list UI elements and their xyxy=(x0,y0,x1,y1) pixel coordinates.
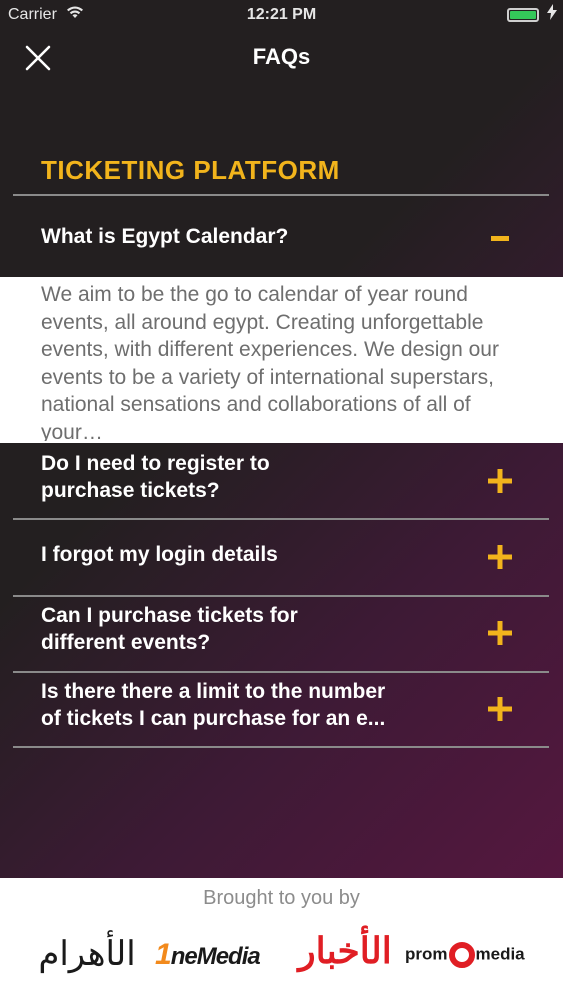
faq-divider xyxy=(13,746,549,748)
akhbar-logo: الأخبار xyxy=(290,930,400,974)
plus-icon xyxy=(488,697,512,721)
faq-question-2[interactable]: Do I need to register to purchase ticket… xyxy=(41,450,461,504)
akhbar-logo-text: الأخبار xyxy=(298,930,393,972)
promo-logo-right: media xyxy=(475,944,525,964)
promo-ring-icon xyxy=(448,942,475,968)
faq-question-2-line2: purchase tickets? xyxy=(41,479,220,502)
minus-icon xyxy=(491,236,509,241)
faq-answer-text: We aim to be the go to calendar of year … xyxy=(41,283,499,441)
section-divider xyxy=(13,194,549,196)
faq-toggle-3[interactable] xyxy=(480,537,520,577)
faq-answer-panel: We aim to be the go to calendar of year … xyxy=(0,277,563,443)
promomedia-logo: prom media xyxy=(405,942,555,986)
onemedia-logo: 1neMedia xyxy=(155,938,285,982)
faq-question-4-line1: Can I purchase tickets for xyxy=(41,604,298,627)
faq-divider xyxy=(13,671,549,673)
ahram-logo: الأهرام xyxy=(22,934,152,978)
nav-bar: FAQs xyxy=(0,32,563,82)
plus-icon xyxy=(488,545,512,569)
battery-icon xyxy=(507,8,539,22)
status-time: 12:21 PM xyxy=(246,6,317,23)
sponsor-footer: Brought to you by الأهرام 1neMedia الأخب… xyxy=(0,878,563,1000)
faq-toggle-4[interactable] xyxy=(480,613,520,653)
faq-divider xyxy=(13,595,549,597)
faq-question-4[interactable]: Can I purchase tickets for different eve… xyxy=(41,602,461,656)
ahram-logo-text: الأهرام xyxy=(38,934,137,974)
plus-icon xyxy=(488,621,512,645)
onemedia-logo-text: neMedia xyxy=(170,943,261,970)
charging-icon xyxy=(547,4,557,25)
faq-question-5-line2: of tickets I can purchase for an e... xyxy=(41,707,386,730)
faq-question-5-line1: Is there there a limit to the number xyxy=(41,680,386,703)
onemedia-logo-mark: 1 xyxy=(155,938,172,971)
plus-icon xyxy=(488,469,512,493)
faq-question-2-line1: Do I need to register to xyxy=(41,452,270,475)
faq-toggle-5[interactable] xyxy=(480,689,520,729)
faq-toggle-2[interactable] xyxy=(480,461,520,501)
faq-divider xyxy=(13,518,549,520)
faq-question-5[interactable]: Is there there a limit to the number of … xyxy=(41,678,481,732)
faq-question-3[interactable]: I forgot my login details xyxy=(41,541,461,568)
faq-question-4-line2: different events? xyxy=(41,631,211,654)
faq-question-1[interactable]: What is Egypt Calendar? xyxy=(41,223,461,250)
brought-by-label: Brought to you by xyxy=(203,887,360,909)
status-bar: Carrier 12:21 PM xyxy=(0,0,563,32)
section-title: TICKETING PLATFORM xyxy=(41,155,340,185)
faq-toggle-1[interactable] xyxy=(480,218,520,258)
promo-logo-left: prom xyxy=(405,944,448,964)
page-title: FAQs xyxy=(252,44,311,69)
